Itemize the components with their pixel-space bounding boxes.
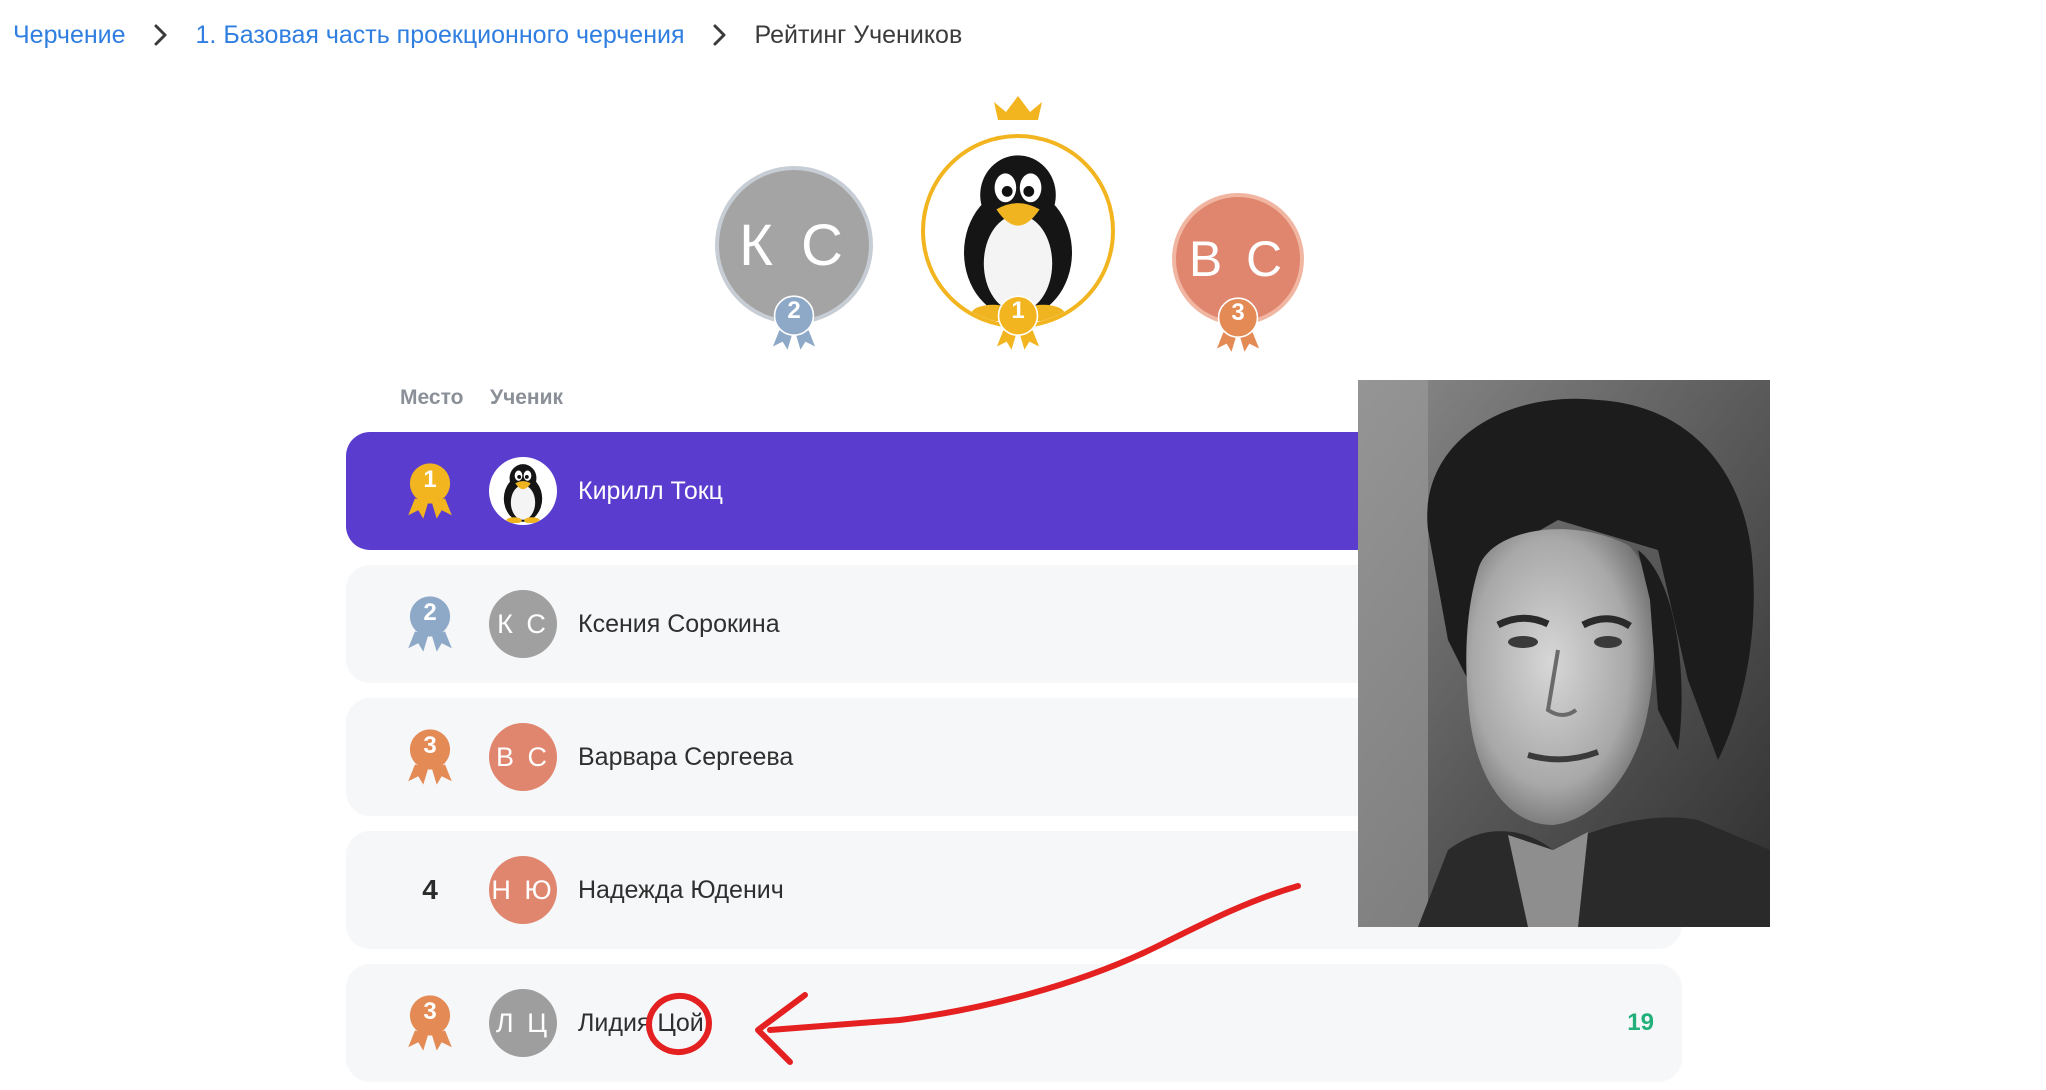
- place-number: 4: [422, 874, 438, 905]
- avatar: Н Ю: [489, 856, 557, 924]
- avatar: В С: [489, 723, 557, 791]
- student-name: Надежда Юденич: [578, 875, 784, 904]
- medal-silver-icon: 2: [398, 587, 462, 661]
- avatar: К С: [489, 590, 557, 658]
- student-name: Ксения Сорокина: [578, 609, 780, 638]
- breadcrumb-link-drawing[interactable]: Черчение: [13, 21, 126, 50]
- podium-place-3[interactable]: В С 3: [1172, 193, 1312, 363]
- podium-place-2[interactable]: К С 2: [715, 166, 875, 366]
- breadcrumb-link-course[interactable]: 1. Базовая часть проекционного черчения: [196, 21, 685, 50]
- medal-gold-icon: 1: [992, 293, 1044, 353]
- overlay-photo: [1358, 380, 1770, 927]
- avatar: [489, 457, 557, 525]
- chevron-right-icon: [713, 24, 726, 46]
- table-row[interactable]: 3 Л Ц Лидия Цой 19: [346, 964, 1682, 1082]
- crown-icon: [994, 96, 1042, 120]
- student-name: Варвара Сергеева: [578, 742, 794, 771]
- penguin-avatar-icon: [491, 459, 555, 523]
- podium-place-1[interactable]: 1: [921, 94, 1121, 364]
- student-name: Лидия Цой: [578, 1008, 704, 1037]
- chevron-right-icon: [154, 24, 167, 46]
- breadcrumb-current: Рейтинг Учеников: [754, 20, 963, 49]
- avatar: Л Ц: [489, 989, 557, 1057]
- medal-bronze-icon: 3: [1212, 295, 1264, 355]
- medal-bronze-icon: 3: [398, 986, 462, 1060]
- medal-gold-icon: 1: [398, 454, 462, 528]
- column-header-place: Место: [400, 386, 464, 409]
- breadcrumb: Черчение 1. Базовая часть проекционного …: [13, 18, 962, 52]
- medal-silver-icon: 2: [768, 293, 820, 353]
- score-value: 19: [1627, 1009, 1654, 1036]
- column-header-student: Ученик: [490, 386, 564, 409]
- student-name: Кирилл Токц: [578, 476, 723, 505]
- medal-bronze-icon: 3: [398, 720, 462, 794]
